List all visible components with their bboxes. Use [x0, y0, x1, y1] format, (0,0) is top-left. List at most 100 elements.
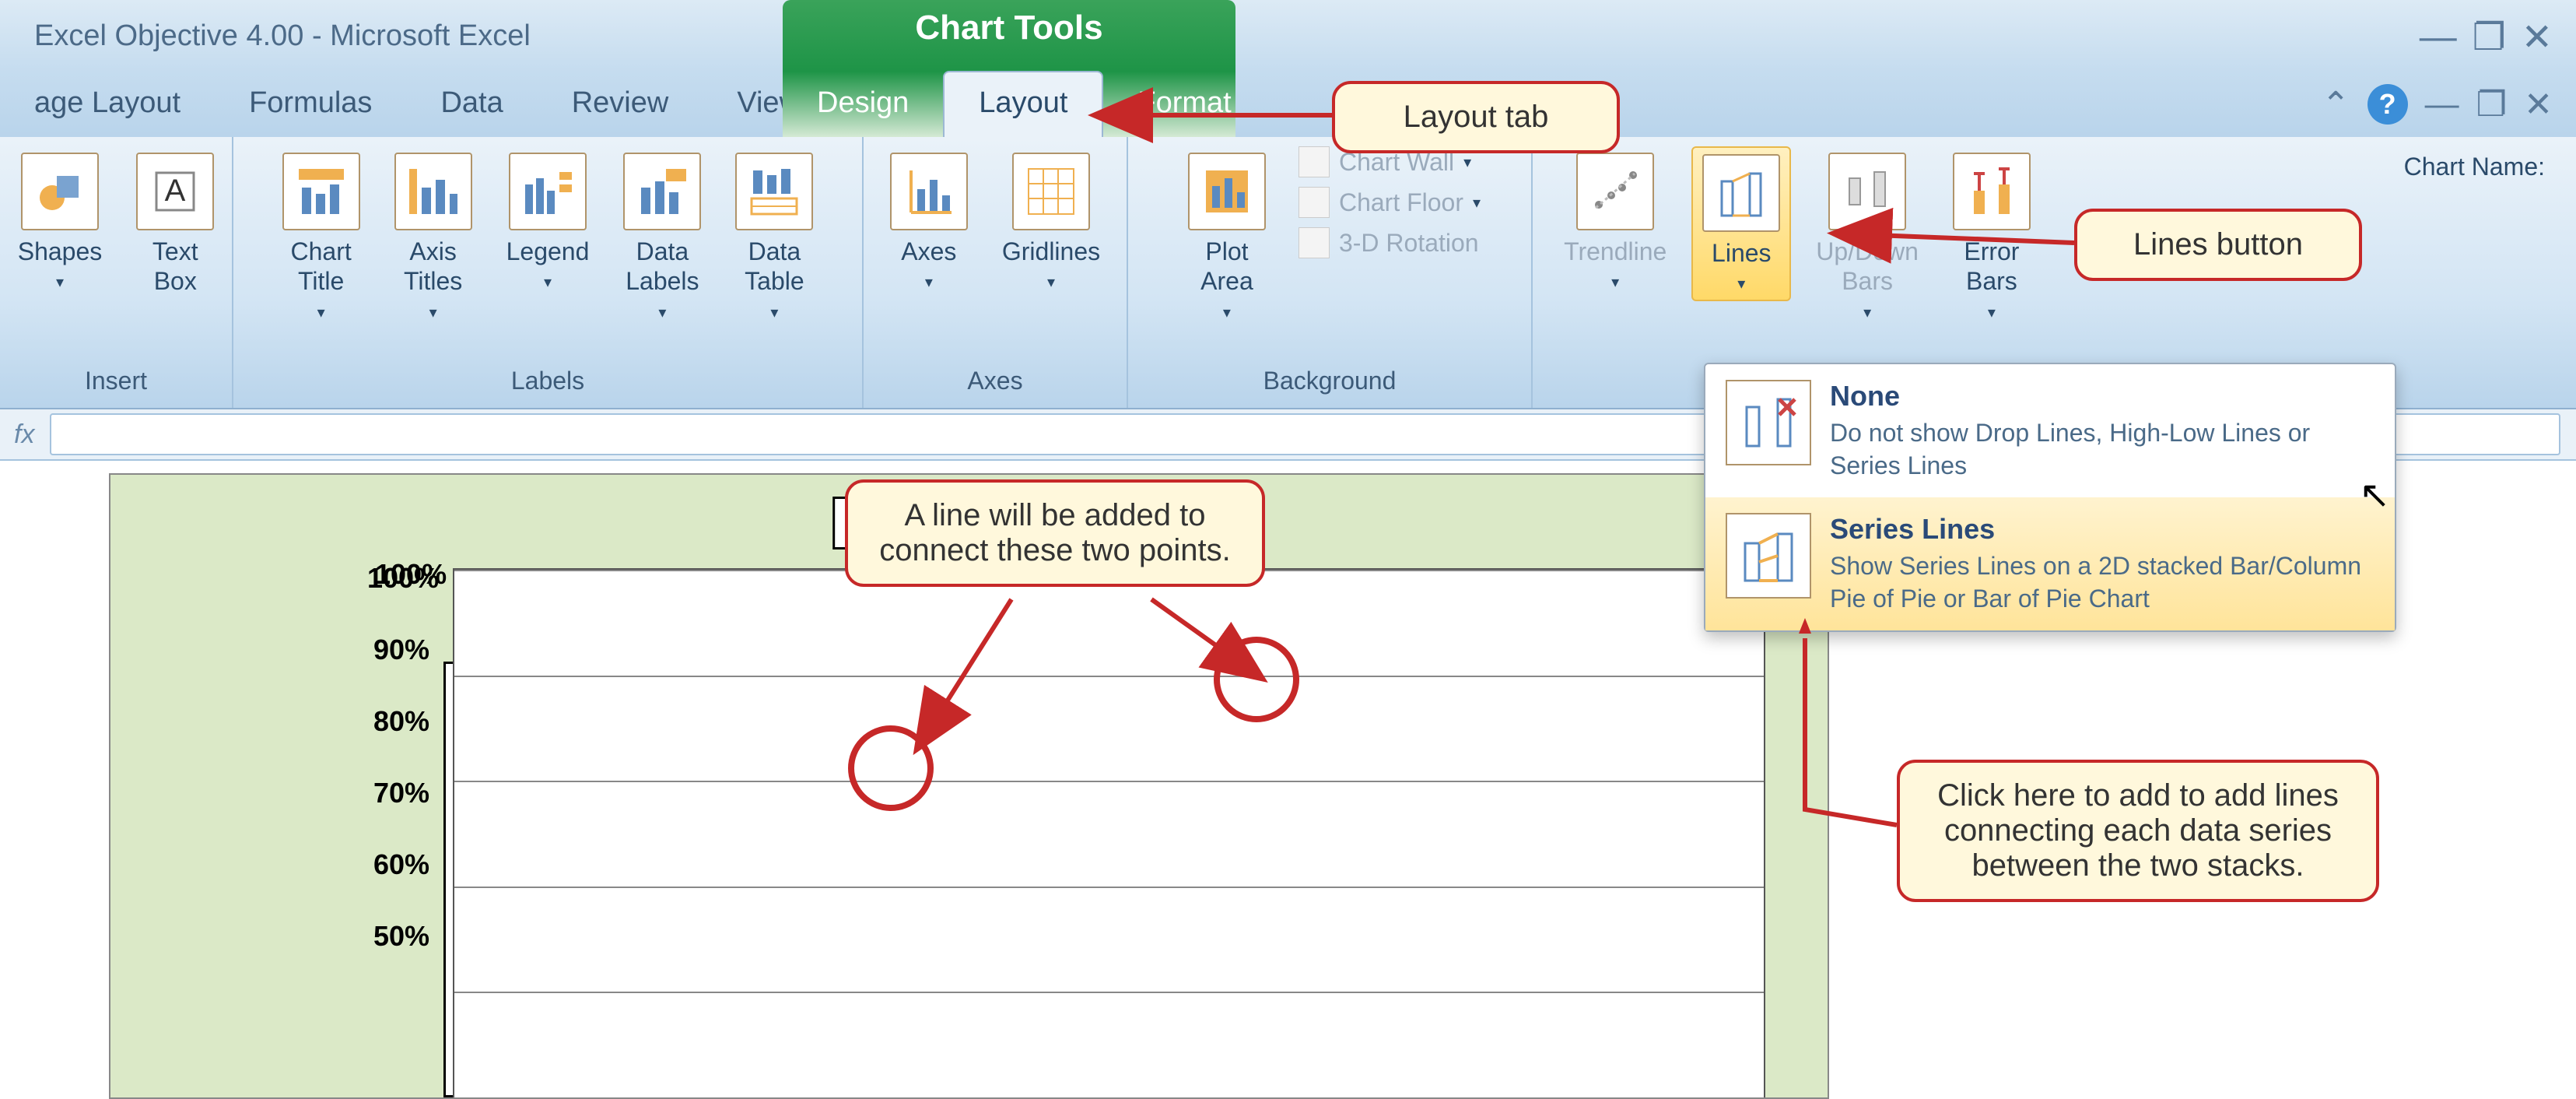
plot-area-button[interactable]: Plot Area ▾ [1179, 146, 1275, 328]
chevron-down-icon: ▾ [429, 303, 437, 322]
chart-tools-contextual-tab: Chart Tools [783, 0, 1235, 72]
legend-button[interactable]: Legend ▾ [497, 146, 599, 298]
tab-format[interactable]: Format [1103, 72, 1265, 137]
error-bars-icon [1953, 153, 2031, 230]
gridlines-icon [1012, 153, 1090, 230]
chart-tools-tabs: Design Layout Format [783, 72, 1235, 137]
chevron-down-icon: ▾ [544, 272, 552, 292]
background-side-list: Chart Wall ▾ Chart Floor ▾ 3-D Rotation [1291, 146, 1481, 258]
rotation-button[interactable]: 3-D Rotation [1299, 227, 1481, 258]
tick-80: 80% [373, 705, 429, 738]
shapes-icon [21, 153, 99, 230]
restore-icon[interactable]: ❐ [2473, 16, 2506, 59]
group-label-labels: Labels [511, 360, 584, 402]
chevron-down-icon: ▾ [1988, 303, 1996, 322]
tab-data[interactable]: Data [406, 72, 537, 137]
tick-60: 60% [373, 848, 429, 881]
menu-series-title: Series Lines [1830, 513, 2374, 546]
data-labels-button[interactable]: Data Labels ▾ [614, 146, 710, 328]
gridlines-button[interactable]: Gridlines ▾ [993, 146, 1109, 298]
lines-menu-none[interactable]: None Do not show Drop Lines, High-Low Li… [1705, 364, 2395, 497]
callout-lines-button: Lines button [2074, 209, 2362, 281]
axes-icon [890, 153, 968, 230]
ribbon-group-background: Plot Area ▾ Chart Wall ▾ Chart Floor ▾ 3… [1128, 137, 1533, 408]
axis-titles-icon [394, 153, 472, 230]
group-label-insert: Insert [85, 360, 147, 402]
chart-floor-button[interactable]: Chart Floor ▾ [1299, 187, 1481, 218]
plot-area-icon [1188, 153, 1266, 230]
window-minimize-icon[interactable]: — [2425, 85, 2459, 124]
chevron-down-icon: ▾ [1737, 274, 1745, 293]
ribbon-minimize-icon[interactable]: ⌃ [2322, 85, 2350, 125]
lines-button[interactable]: Lines ▾ [1691, 146, 1791, 301]
chevron-down-icon: ▾ [770, 303, 778, 322]
tick-90: 90% [373, 634, 429, 666]
data-labels-icon [623, 153, 701, 230]
none-icon [1726, 380, 1811, 465]
annotation-circle-left [848, 725, 934, 811]
annotation-circle-right [1214, 637, 1299, 722]
menu-series-desc: Show Series Lines on a 2D stacked Bar/Co… [1830, 550, 2374, 615]
chevron-down-icon: ▾ [1223, 303, 1231, 322]
trendline-icon [1576, 153, 1654, 230]
tab-design[interactable]: Design [783, 72, 943, 137]
chevron-down-icon: ▾ [1863, 303, 1871, 322]
tick-100: 100% [367, 562, 439, 595]
fx-icon[interactable]: fx [14, 420, 34, 450]
legend-icon [509, 153, 587, 230]
chart-title-icon [282, 153, 360, 230]
close-icon[interactable]: ✕ [2522, 16, 2553, 59]
tick-50: 50% [373, 920, 429, 953]
text-box-button[interactable]: A Text Box [127, 146, 223, 303]
plot-area[interactable] [453, 568, 1765, 1097]
chevron-down-icon: ▾ [56, 272, 64, 292]
data-table-icon [735, 153, 813, 230]
lines-icon [1702, 154, 1780, 232]
window-close-icon[interactable]: ✕ [2524, 85, 2553, 125]
trendline-button[interactable]: Trendline ▾ [1554, 146, 1676, 298]
axis-titles-button[interactable]: Axis Titles ▾ [385, 146, 482, 328]
chart-wall-icon [1299, 146, 1330, 177]
lines-menu-series-lines[interactable]: Series Lines Show Series Lines on a 2D s… [1705, 497, 2395, 630]
chart-title-button[interactable]: Chart Title ▾ [273, 146, 370, 328]
tab-review[interactable]: Review [538, 72, 703, 137]
svg-text:A: A [165, 174, 186, 208]
lines-dropdown-menu: None Do not show Drop Lines, High-Low Li… [1704, 363, 2396, 632]
chevron-down-icon: ▾ [317, 303, 325, 322]
tab-formulas[interactable]: Formulas [215, 72, 406, 137]
chart-floor-icon [1299, 187, 1330, 218]
error-bars-button[interactable]: Error Bars ▾ [1943, 146, 2040, 328]
chart-name-label: Chart Name: [2404, 153, 2545, 181]
window-controls: — ❐ ✕ [2420, 16, 2553, 59]
series-lines-icon [1726, 513, 1811, 599]
tabrow-right-controls: ⌃ ? — ❐ ✕ [2322, 84, 2553, 125]
tab-page-layout[interactable]: age Layout [0, 72, 215, 137]
titlebar: Excel Objective 4.00 - Microsoft Excel C… [0, 0, 2576, 72]
window-restore-icon[interactable]: ❐ [2476, 85, 2507, 125]
chevron-down-icon: ▾ [925, 272, 933, 292]
tab-layout[interactable]: Layout [943, 71, 1103, 137]
data-table-button[interactable]: Data Table ▾ [726, 146, 822, 328]
minimize-icon[interactable]: — [2420, 16, 2457, 59]
help-icon[interactable]: ? [2367, 84, 2408, 125]
ribbon-group-labels: Chart Title ▾ Axis Titles ▾ Legend ▾ Dat… [233, 137, 864, 408]
chevron-down-icon: ▾ [658, 303, 666, 322]
updown-bars-icon [1828, 153, 1906, 230]
chart-name-section: Chart Name: [2404, 153, 2545, 181]
callout-connect: A line will be added to connect these tw… [845, 479, 1265, 587]
callout-layout-tab: Layout tab [1332, 81, 1620, 153]
chevron-down-icon: ▾ [1611, 272, 1619, 292]
window-title: Excel Objective 4.00 - Microsoft Excel [0, 19, 531, 53]
tick-70: 70% [373, 777, 429, 809]
menu-none-title: None [1830, 380, 2374, 413]
updown-bars-button[interactable]: Up/Down Bars ▾ [1807, 146, 1928, 328]
text-box-icon: A [136, 153, 214, 230]
ribbon-tabs: age Layout Formulas Data Review View Des… [0, 72, 2576, 137]
axes-button[interactable]: Axes ▾ [881, 146, 977, 298]
menu-none-desc: Do not show Drop Lines, High-Low Lines o… [1830, 417, 2374, 482]
rotation-icon [1299, 227, 1330, 258]
ribbon-group-axes: Axes ▾ Gridlines ▾ Axes [864, 137, 1128, 408]
shapes-button[interactable]: Shapes ▾ [9, 146, 112, 298]
callout-click-here: Click here to add to add lines connectin… [1897, 760, 2379, 902]
mouse-cursor-icon: ↖ [2359, 473, 2390, 517]
